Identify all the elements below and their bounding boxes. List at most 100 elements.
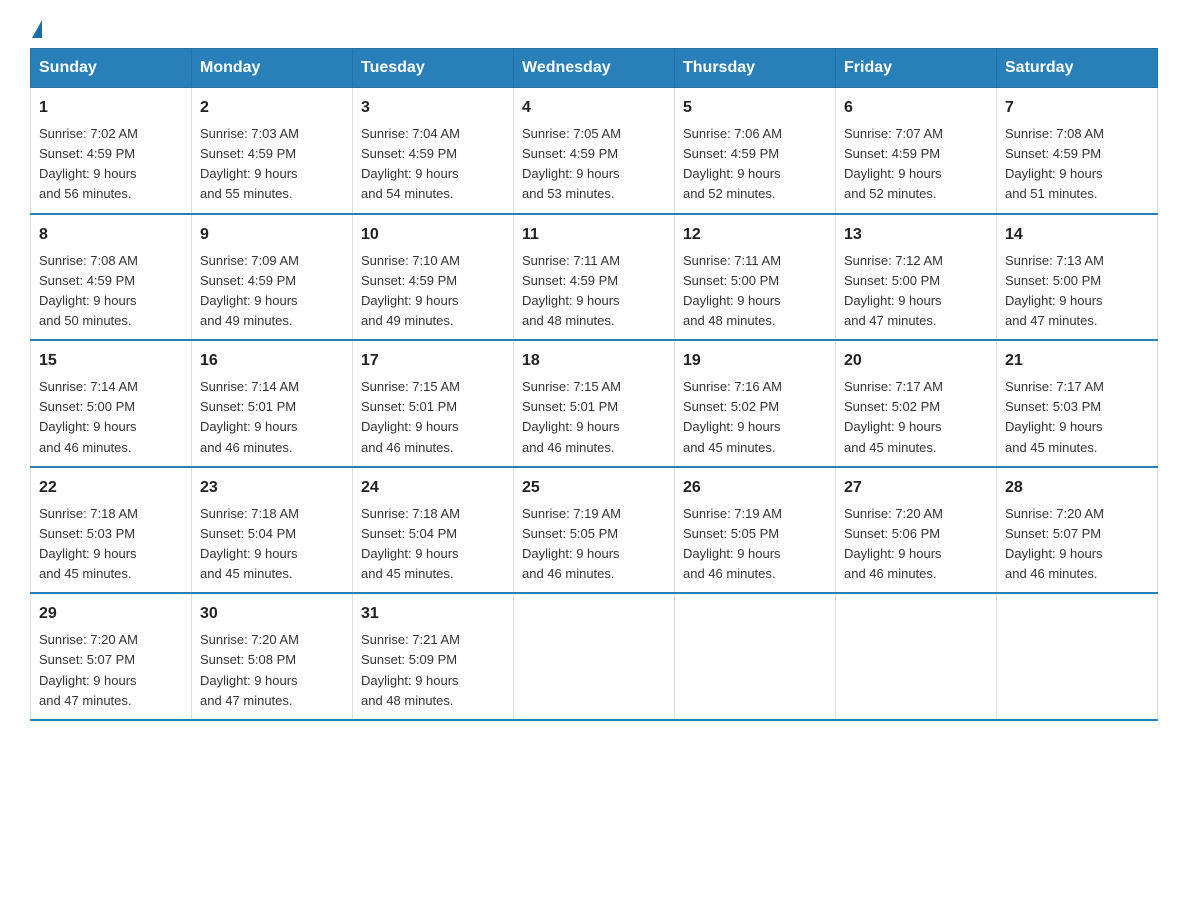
calendar-cell: 18Sunrise: 7:15 AM Sunset: 5:01 PM Dayli… — [514, 340, 675, 467]
day-sun-info: Sunrise: 7:08 AM Sunset: 4:59 PM Dayligh… — [39, 251, 183, 332]
calendar-cell — [836, 593, 997, 720]
calendar-cell: 4 Sunrise: 7:05 AM Sunset: 4:59 PM Daylig… — [514, 88, 675, 214]
weekday-header-tuesday: Tuesday — [353, 49, 514, 88]
day-sun-info: Sunrise: 7:05 AM Sunset: 4:59 PM Dayligh… — [522, 124, 666, 205]
calendar-cell: 26 Sunrise: 7:19 AM Sunset: 5:05 PM Dayli… — [675, 467, 836, 594]
calendar-week-row: 15 Sunrise: 7:14 AM Sunset: 5:00 PM Dayli… — [31, 340, 1158, 467]
day-sun-info: Sunrise: 7:14 AM Sunset: 5:00 PM Dayligh… — [39, 377, 183, 458]
day-number: 2 — [200, 96, 344, 120]
day-sun-info: Sunrise: 7:09 AM Sunset: 4:59 PM Dayligh… — [200, 251, 344, 332]
calendar-cell: 1 Sunrise: 7:02 AM Sunset: 4:59 PM Daylig… — [31, 88, 192, 214]
day-sun-info: Sunrise: 7:20 AM Sunset: 5:06 PM Dayligh… — [844, 504, 988, 585]
day-sun-info: Sunrise: 7:06 AM Sunset: 4:59 PM Dayligh… — [683, 124, 827, 205]
day-sun-info: Sunrise: 7:17 AM Sunset: 5:02 PM Dayligh… — [844, 377, 988, 458]
calendar-cell: 31Sunrise: 7:21 AM Sunset: 5:09 PM Dayli… — [353, 593, 514, 720]
day-number: 7 — [1005, 96, 1149, 120]
day-sun-info: Sunrise: 7:08 AM Sunset: 4:59 PM Dayligh… — [1005, 124, 1149, 205]
day-number: 23 — [200, 476, 344, 500]
day-sun-info: Sunrise: 7:18 AM Sunset: 5:04 PM Dayligh… — [200, 504, 344, 585]
day-sun-info: Sunrise: 7:18 AM Sunset: 5:03 PM Dayligh… — [39, 504, 183, 585]
calendar-cell: 29 Sunrise: 7:20 AM Sunset: 5:07 PM Dayli… — [31, 593, 192, 720]
calendar-week-row: 29 Sunrise: 7:20 AM Sunset: 5:07 PM Dayli… — [31, 593, 1158, 720]
day-sun-info: Sunrise: 7:16 AM Sunset: 5:02 PM Dayligh… — [683, 377, 827, 458]
weekday-header-friday: Friday — [836, 49, 997, 88]
day-number: 25 — [522, 476, 666, 500]
day-number: 19 — [683, 349, 827, 373]
day-sun-info: Sunrise: 7:21 AM Sunset: 5:09 PM Dayligh… — [361, 630, 505, 711]
day-sun-info: Sunrise: 7:07 AM Sunset: 4:59 PM Dayligh… — [844, 124, 988, 205]
calendar-cell: 27 Sunrise: 7:20 AM Sunset: 5:06 PM Dayli… — [836, 467, 997, 594]
calendar-cell: 30 Sunrise: 7:20 AM Sunset: 5:08 PM Dayli… — [192, 593, 353, 720]
day-sun-info: Sunrise: 7:19 AM Sunset: 5:05 PM Dayligh… — [522, 504, 666, 585]
calendar-cell: 23 Sunrise: 7:18 AM Sunset: 5:04 PM Dayli… — [192, 467, 353, 594]
day-sun-info: Sunrise: 7:18 AM Sunset: 5:04 PM Dayligh… — [361, 504, 505, 585]
day-number: 3 — [361, 96, 505, 120]
calendar-week-row: 1 Sunrise: 7:02 AM Sunset: 4:59 PM Daylig… — [31, 88, 1158, 214]
day-number: 27 — [844, 476, 988, 500]
calendar-cell — [997, 593, 1158, 720]
day-number: 28 — [1005, 476, 1149, 500]
calendar-cell: 11 Sunrise: 7:11 AM Sunset: 4:59 PM Dayli… — [514, 214, 675, 341]
day-number: 30 — [200, 602, 344, 626]
calendar-cell: 19 Sunrise: 7:16 AM Sunset: 5:02 PM Dayli… — [675, 340, 836, 467]
day-number: 16 — [200, 349, 344, 373]
calendar-cell: 16Sunrise: 7:14 AM Sunset: 5:01 PM Dayli… — [192, 340, 353, 467]
day-sun-info: Sunrise: 7:19 AM Sunset: 5:05 PM Dayligh… — [683, 504, 827, 585]
day-number: 1 — [39, 96, 183, 120]
calendar-week-row: 8Sunrise: 7:08 AM Sunset: 4:59 PM Daylig… — [31, 214, 1158, 341]
day-number: 9 — [200, 223, 344, 247]
day-number: 6 — [844, 96, 988, 120]
weekday-header-thursday: Thursday — [675, 49, 836, 88]
weekday-header-sunday: Sunday — [31, 49, 192, 88]
day-sun-info: Sunrise: 7:20 AM Sunset: 5:07 PM Dayligh… — [39, 630, 183, 711]
calendar-cell — [675, 593, 836, 720]
calendar-cell: 28 Sunrise: 7:20 AM Sunset: 5:07 PM Dayli… — [997, 467, 1158, 594]
calendar-cell: 5Sunrise: 7:06 AM Sunset: 4:59 PM Daylig… — [675, 88, 836, 214]
logo — [30, 20, 42, 38]
calendar-table: SundayMondayTuesdayWednesdayThursdayFrid… — [30, 48, 1158, 721]
calendar-cell: 6 Sunrise: 7:07 AM Sunset: 4:59 PM Daylig… — [836, 88, 997, 214]
day-number: 4 — [522, 96, 666, 120]
calendar-cell: 12 Sunrise: 7:11 AM Sunset: 5:00 PM Dayli… — [675, 214, 836, 341]
day-sun-info: Sunrise: 7:20 AM Sunset: 5:07 PM Dayligh… — [1005, 504, 1149, 585]
calendar-cell: 24 Sunrise: 7:18 AM Sunset: 5:04 PM Dayli… — [353, 467, 514, 594]
day-number: 15 — [39, 349, 183, 373]
calendar-cell — [514, 593, 675, 720]
calendar-cell: 21 Sunrise: 7:17 AM Sunset: 5:03 PM Dayli… — [997, 340, 1158, 467]
day-sun-info: Sunrise: 7:11 AM Sunset: 5:00 PM Dayligh… — [683, 251, 827, 332]
day-number: 20 — [844, 349, 988, 373]
day-number: 17 — [361, 349, 505, 373]
calendar-cell: 10 Sunrise: 7:10 AM Sunset: 4:59 PM Dayli… — [353, 214, 514, 341]
logo-triangle-icon — [32, 20, 42, 38]
day-number: 12 — [683, 223, 827, 247]
weekday-header-row: SundayMondayTuesdayWednesdayThursdayFrid… — [31, 49, 1158, 88]
day-sun-info: Sunrise: 7:02 AM Sunset: 4:59 PM Dayligh… — [39, 124, 183, 205]
calendar-cell: 9 Sunrise: 7:09 AM Sunset: 4:59 PM Daylig… — [192, 214, 353, 341]
calendar-cell: 3Sunrise: 7:04 AM Sunset: 4:59 PM Daylig… — [353, 88, 514, 214]
day-sun-info: Sunrise: 7:15 AM Sunset: 5:01 PM Dayligh… — [361, 377, 505, 458]
calendar-cell: 17 Sunrise: 7:15 AM Sunset: 5:01 PM Dayli… — [353, 340, 514, 467]
day-number: 13 — [844, 223, 988, 247]
day-sun-info: Sunrise: 7:12 AM Sunset: 5:00 PM Dayligh… — [844, 251, 988, 332]
day-number: 14 — [1005, 223, 1149, 247]
calendar-cell: 7 Sunrise: 7:08 AM Sunset: 4:59 PM Daylig… — [997, 88, 1158, 214]
page-header — [30, 20, 1158, 38]
day-number: 21 — [1005, 349, 1149, 373]
calendar-cell: 8Sunrise: 7:08 AM Sunset: 4:59 PM Daylig… — [31, 214, 192, 341]
calendar-cell: 22Sunrise: 7:18 AM Sunset: 5:03 PM Dayli… — [31, 467, 192, 594]
day-sun-info: Sunrise: 7:17 AM Sunset: 5:03 PM Dayligh… — [1005, 377, 1149, 458]
calendar-body: 1 Sunrise: 7:02 AM Sunset: 4:59 PM Daylig… — [31, 88, 1158, 720]
day-number: 29 — [39, 602, 183, 626]
day-number: 10 — [361, 223, 505, 247]
day-number: 24 — [361, 476, 505, 500]
day-number: 26 — [683, 476, 827, 500]
day-sun-info: Sunrise: 7:20 AM Sunset: 5:08 PM Dayligh… — [200, 630, 344, 711]
calendar-cell: 13 Sunrise: 7:12 AM Sunset: 5:00 PM Dayli… — [836, 214, 997, 341]
calendar-week-row: 22Sunrise: 7:18 AM Sunset: 5:03 PM Dayli… — [31, 467, 1158, 594]
day-number: 18 — [522, 349, 666, 373]
calendar-cell: 25 Sunrise: 7:19 AM Sunset: 5:05 PM Dayli… — [514, 467, 675, 594]
day-number: 11 — [522, 223, 666, 247]
day-sun-info: Sunrise: 7:10 AM Sunset: 4:59 PM Dayligh… — [361, 251, 505, 332]
calendar-cell: 14Sunrise: 7:13 AM Sunset: 5:00 PM Dayli… — [997, 214, 1158, 341]
day-sun-info: Sunrise: 7:11 AM Sunset: 4:59 PM Dayligh… — [522, 251, 666, 332]
